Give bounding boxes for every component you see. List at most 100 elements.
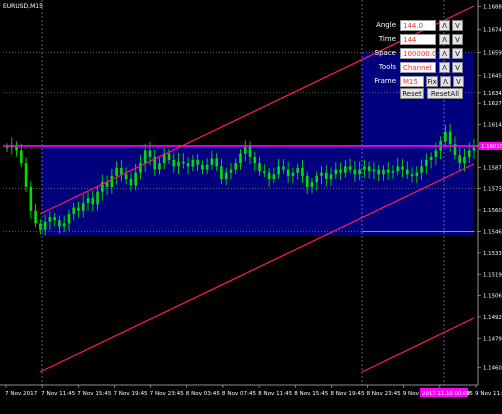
candle-body-64 [310, 182, 314, 187]
panel-frame-button-1[interactable]: Fix [426, 76, 438, 87]
panel-tools-button-1[interactable]: Λ [439, 62, 450, 73]
y-tick-label-14: 1.15064 [483, 294, 502, 300]
candle-body-12 [62, 223, 66, 227]
candle-body-97 [467, 150, 471, 157]
panel-frame-button-2[interactable]: Λ [440, 76, 451, 87]
candle-body-22 [110, 175, 114, 187]
x-tick-label-1: 7 Nov 11:45 [41, 391, 76, 397]
x-tick-label-0: 7 Nov 2017 [5, 391, 38, 397]
candle-body-15 [77, 207, 80, 211]
candle-body-46 [224, 172, 228, 180]
candle-body-11 [58, 220, 61, 227]
panel-label-frame: Frame [374, 77, 396, 85]
panel-space-button-1[interactable]: Λ [439, 48, 450, 59]
candle-body-78 [377, 169, 380, 175]
panel-field-space[interactable]: 100000.00 [400, 48, 436, 59]
panel-label-time: Time [378, 35, 396, 43]
candle-body-60 [291, 172, 295, 176]
candle-body-16 [81, 202, 85, 211]
panel-field-time[interactable]: 144 [400, 34, 436, 45]
candle-body-54 [263, 171, 266, 173]
panel-angle-button-2[interactable]: V [452, 20, 463, 31]
candle-body-50 [243, 145, 247, 154]
candle-body-69 [334, 169, 338, 175]
candle-body-81 [391, 171, 395, 173]
panel-field-angle[interactable]: 144.0 [400, 20, 436, 31]
candle-body-41 [201, 164, 204, 170]
candle-body-25 [124, 174, 128, 180]
x-tick-label-4: 7 Nov 23:45 [150, 391, 185, 397]
y-tick-label-4: 1.16344 [483, 91, 502, 97]
panel-field-frame[interactable]: M15 [400, 76, 424, 87]
candle-body-82 [396, 166, 400, 172]
candle-body-3 [19, 150, 23, 164]
reset-all-button[interactable]: ResetAll [427, 88, 463, 99]
candle-body-93 [448, 131, 452, 145]
candle-body-0 [5, 147, 9, 149]
candle-body-65 [315, 175, 319, 183]
candle-body-26 [129, 179, 133, 186]
candle-body-37 [182, 161, 185, 164]
candle-body-98 [472, 147, 476, 151]
candle-body-47 [229, 169, 233, 173]
x-tick-label-2: 7 Nov 15:45 [77, 391, 112, 397]
panel-time-button-1[interactable]: Λ [439, 34, 450, 45]
candle-body-80 [386, 169, 390, 173]
panel-space-button-2[interactable]: V [452, 48, 463, 59]
candle-body-61 [296, 167, 299, 173]
y-tick-label-10: 1.15604 [483, 208, 502, 214]
candle-body-57 [277, 166, 280, 175]
x-tick-label-13: 9 Nov 11:45 [475, 391, 502, 397]
candle-body-59 [286, 169, 290, 176]
panel-angle-button-1[interactable]: Λ [439, 20, 450, 31]
reset-button[interactable]: Reset [400, 88, 424, 99]
candle-body-85 [410, 174, 414, 176]
panel-time-button-2[interactable]: V [452, 34, 463, 45]
candle-body-73 [353, 169, 357, 175]
candle-body-45 [220, 166, 223, 180]
x-tick-label-3: 7 Nov 19:45 [113, 391, 148, 397]
candle-body-13 [67, 213, 71, 224]
candle-body-4 [24, 163, 28, 187]
y-tick-label-0: 1.16889 [483, 4, 502, 10]
panel-field-tools[interactable]: Channel [400, 62, 436, 73]
panel-tools-button-2[interactable]: V [452, 62, 463, 73]
y-tick-label-5: 1.16279 [483, 101, 502, 107]
candle-body-36 [177, 161, 180, 167]
candle-body-39 [191, 160, 195, 167]
candle-body-70 [339, 169, 342, 173]
y-tick-label-15: 1.14929 [483, 315, 502, 321]
candle-body-43 [210, 158, 214, 165]
y-tick-label-6: 1.16144 [483, 123, 502, 129]
candle-body-79 [382, 169, 385, 175]
x-tick-label-9: 8 Nov 19:45 [330, 391, 365, 397]
candle-body-44 [215, 158, 218, 167]
candle-body-77 [372, 169, 376, 172]
candle-body-7 [39, 223, 42, 230]
candle-body-17 [86, 198, 90, 203]
candle-body-27 [134, 172, 137, 186]
candle-body-24 [120, 167, 123, 175]
candle-body-83 [401, 166, 404, 170]
candle-body-48 [234, 163, 238, 170]
candle-body-29 [143, 150, 147, 164]
y-tick-label-3: 1.16452 [483, 74, 502, 80]
candle-body-96 [463, 156, 466, 164]
candle-body-56 [272, 174, 276, 180]
candle-body-72 [348, 166, 352, 170]
candle-body-87 [420, 166, 423, 173]
x-tick-label-7: 8 Nov 11:45 [258, 391, 293, 397]
x-tick-label-5: 8 Nov 03:45 [186, 391, 221, 397]
y-tick-label-11: 1.15469 [483, 229, 502, 235]
candle-body-67 [324, 172, 328, 180]
candle-body-9 [48, 217, 52, 222]
x-tick-label-8: 8 Nov 15:45 [294, 391, 329, 397]
candle-body-49 [239, 153, 242, 164]
candle-body-19 [96, 191, 99, 205]
panel-frame-button-3[interactable]: V [453, 76, 464, 87]
candle-body-63 [305, 175, 309, 187]
candle-body-95 [458, 155, 462, 164]
y-tick-label-8: 1.15874 [483, 165, 502, 171]
candle-body-74 [358, 169, 361, 175]
candle-body-28 [139, 163, 142, 173]
